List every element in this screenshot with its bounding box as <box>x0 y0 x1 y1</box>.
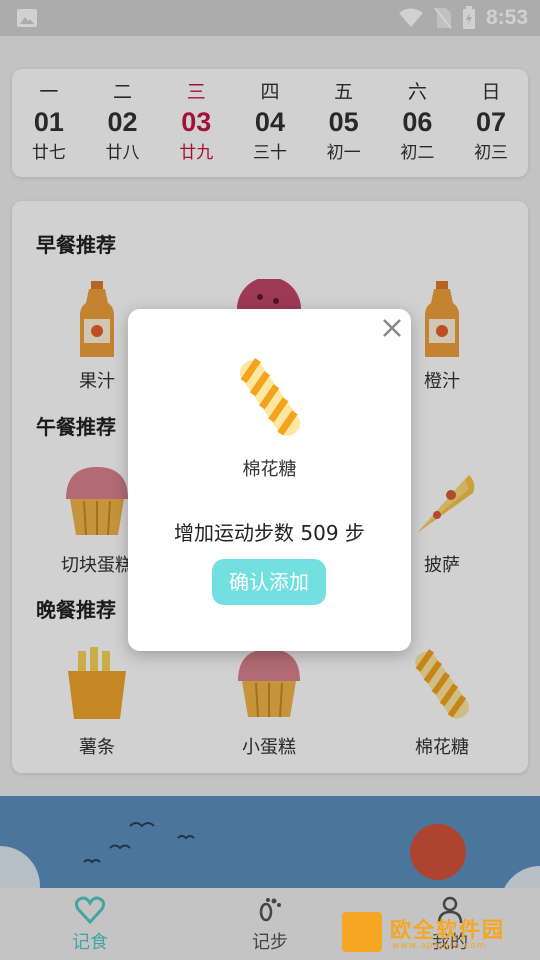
watermark-text: 欧全软件园 <box>390 918 505 942</box>
dialog-step-message: 增加运动步数 509 步 <box>174 521 365 545</box>
add-food-dialog: 棉花糖 增加运动步数 509 步 确认添加 <box>128 309 411 651</box>
confirm-add-button[interactable]: 确认添加 <box>212 559 326 605</box>
close-icon[interactable] <box>381 317 403 339</box>
marshmallow-twist-icon <box>239 358 301 436</box>
dialog-food-name: 棉花糖 <box>242 459 297 480</box>
watermark-logo: 欧全软件园 www.apoujin.com <box>342 912 534 956</box>
watermark-url: www.apoujin.com <box>392 941 487 951</box>
watermark-icon <box>342 912 382 952</box>
